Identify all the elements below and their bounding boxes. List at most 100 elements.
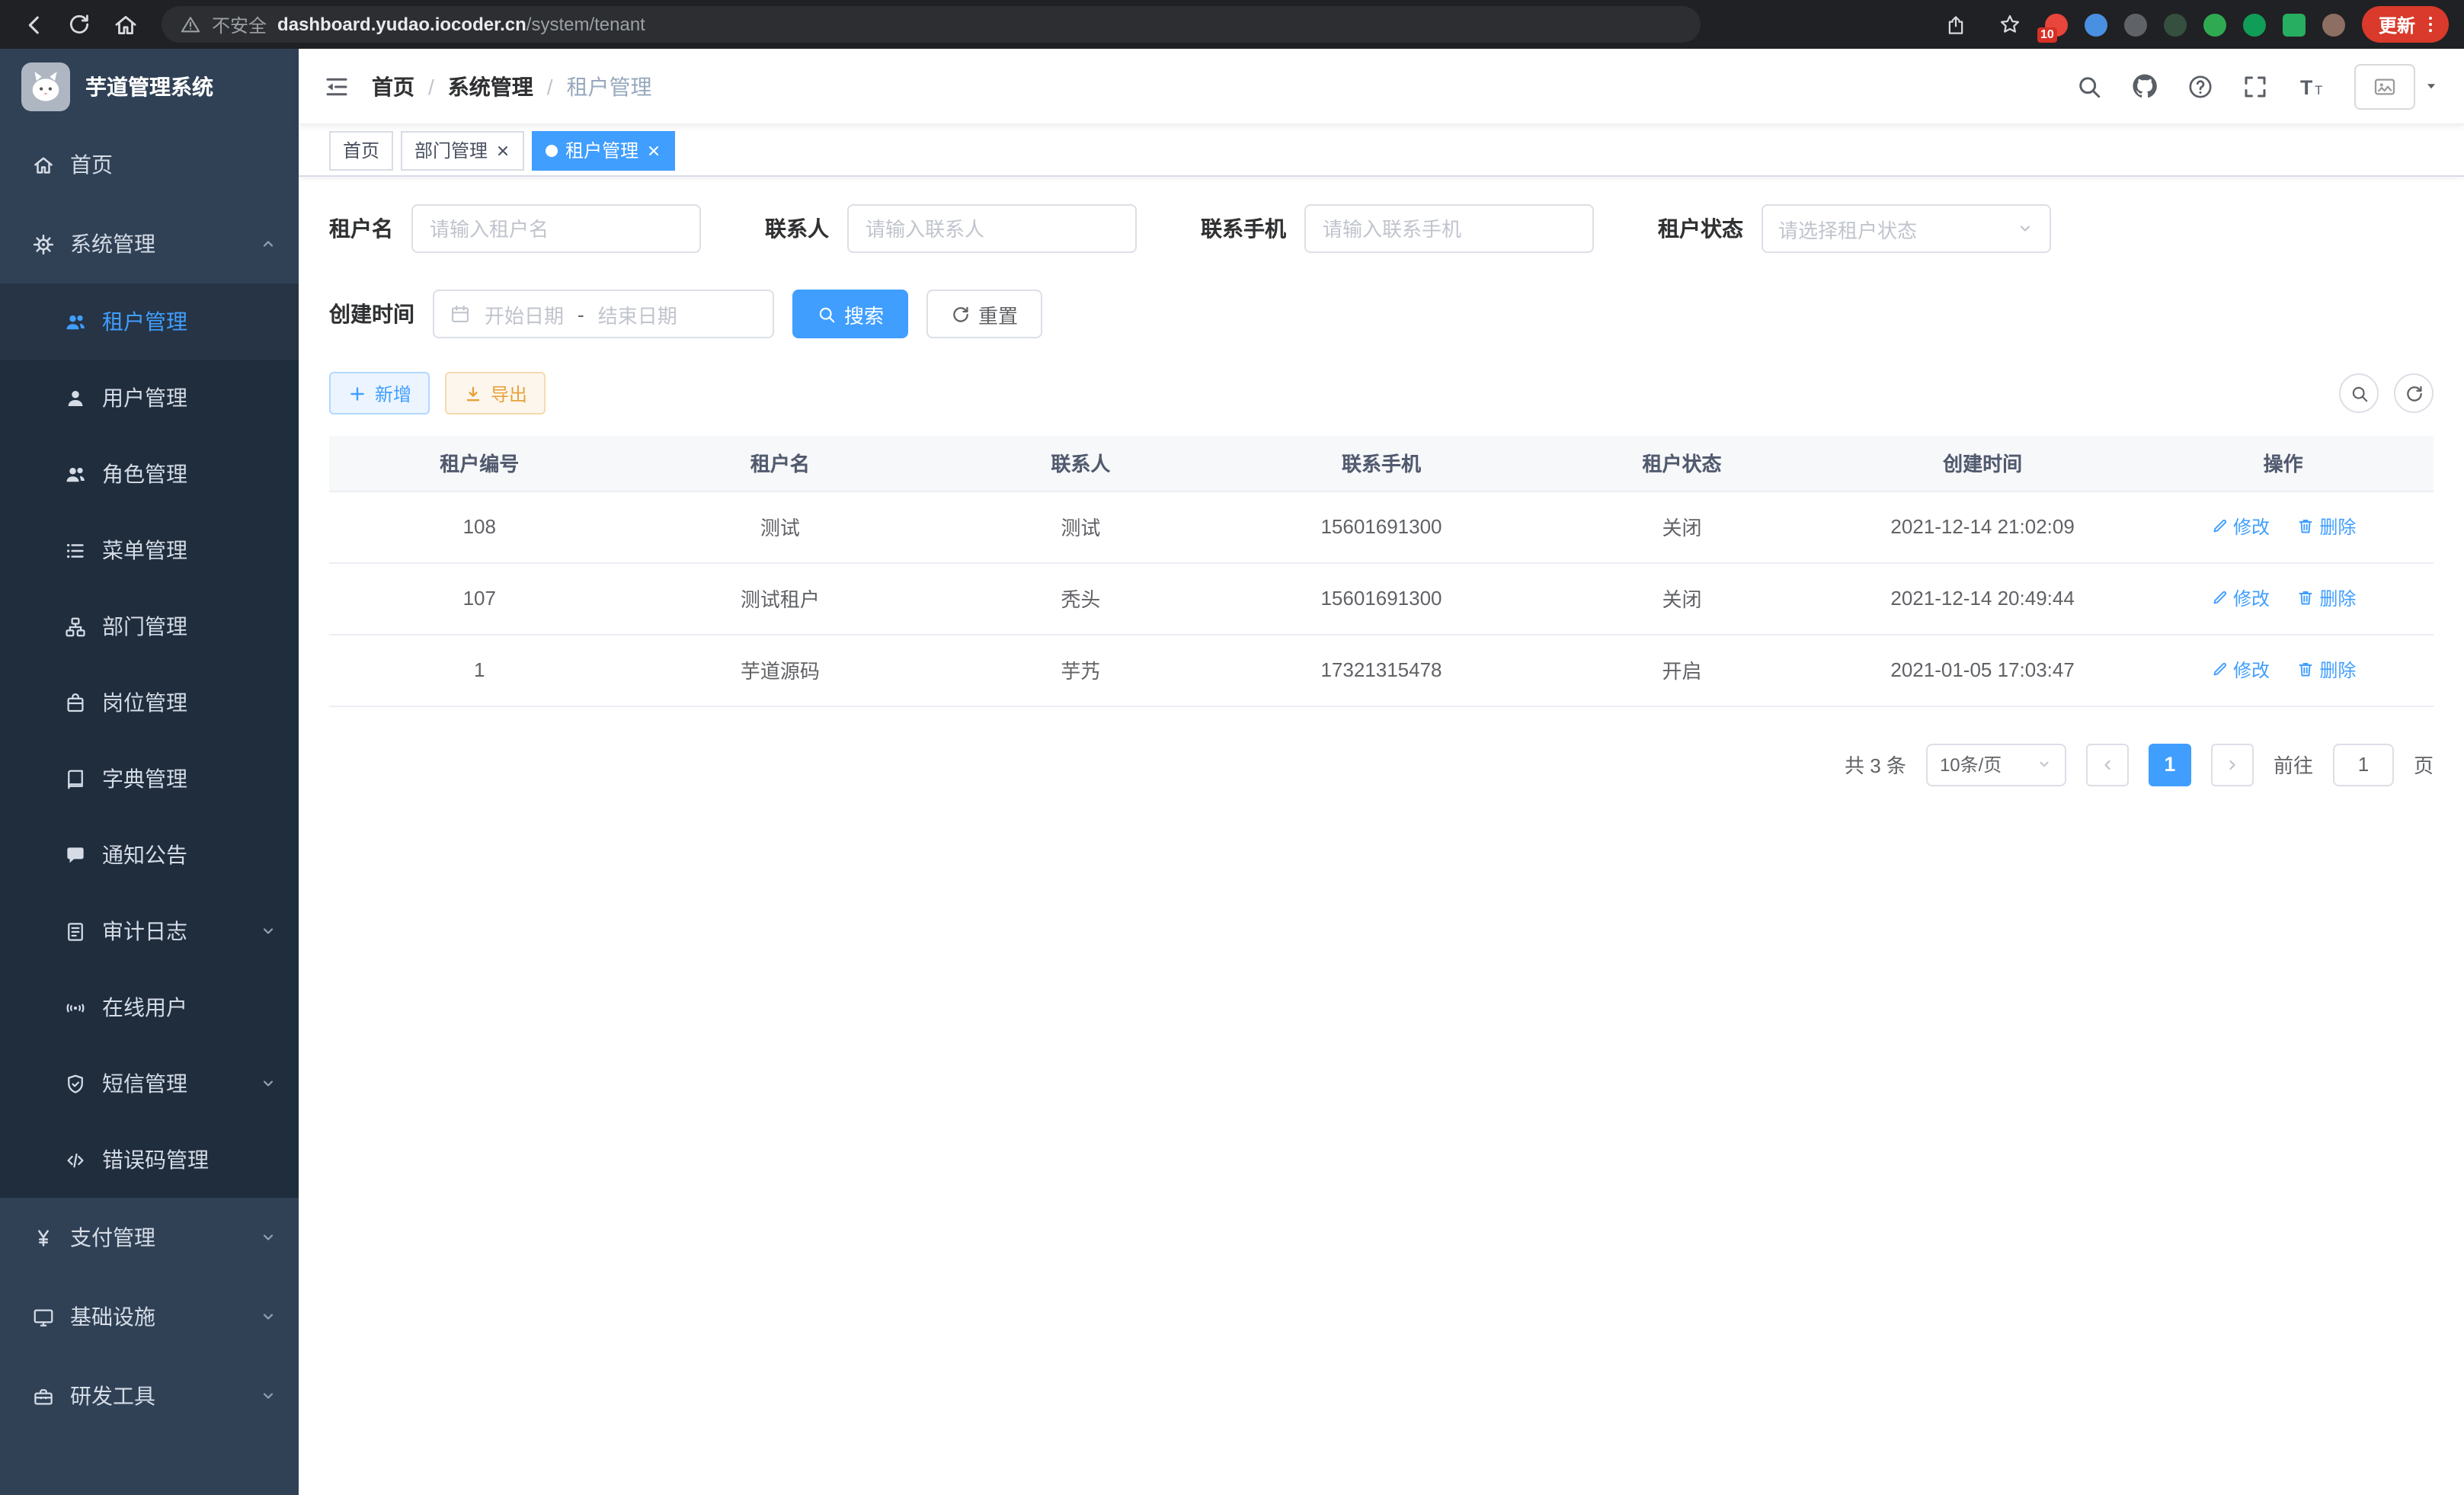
user-avatar-menu[interactable] [2354,63,2440,109]
fullscreen-icon[interactable] [2242,72,2269,100]
cell-actions: 修改 删除 [2133,562,2434,634]
breadcrumb: 首页 / 系统管理 / 租户管理 [372,71,652,101]
breadcrumb-system[interactable]: 系统管理 [448,71,533,101]
filter-tenant-name: 租户名 [329,204,701,253]
mobile-label: 联系手机 [1201,213,1286,244]
chevron-down-icon [259,1074,277,1093]
gear-icon [32,232,55,255]
edit-link[interactable]: 修改 [2210,585,2270,611]
delete-link[interactable]: 删除 [2296,657,2356,683]
update-label: 更新 [2379,11,2415,37]
delete-link[interactable]: 删除 [2296,514,2356,539]
create-time-range-picker[interactable]: 开始日期 - 结束日期 [433,290,774,338]
tab-home[interactable]: 首页 [329,130,393,170]
sidebar-item-label: 在线用户 [102,992,187,1023]
sidebar-item-payment-management[interactable]: 支付管理 [0,1198,299,1277]
browser-home-button[interactable] [107,6,143,43]
cell-actions: 修改 删除 [2133,491,2434,562]
briefcase-icon [64,691,87,714]
sidebar-item-department-management[interactable]: 部门管理 [0,588,299,664]
extension-icon[interactable] [2243,13,2266,36]
goto-page-input[interactable] [2333,743,2394,786]
close-icon[interactable] [646,142,661,158]
sidebar-item-system-management[interactable]: 系统管理 [0,204,299,283]
reset-button[interactable]: 重置 [926,290,1042,338]
sidebar-item-post-management[interactable]: 岗位管理 [0,664,299,741]
sidebar-item-error-code-management[interactable]: 错误码管理 [0,1122,299,1198]
col-mobile: 联系手机 [1231,436,1532,491]
not-secure-label: 不安全 [212,11,267,37]
sidebar-item-tenant-management[interactable]: 租户管理 [0,283,299,360]
github-icon[interactable] [2130,72,2159,101]
tenant-name-input[interactable] [411,204,701,253]
cell-id: 107 [329,562,630,634]
search-icon[interactable] [2075,72,2103,100]
extension-icon[interactable] [2164,13,2187,36]
font-size-icon[interactable] [2296,71,2327,101]
prev-page-button[interactable] [2086,743,2129,786]
sidebar-item-sms-management[interactable]: 短信管理 [0,1045,299,1122]
contact-input[interactable] [847,204,1137,253]
browser-back-button[interactable] [15,6,52,43]
edit-link[interactable]: 修改 [2210,514,2270,539]
add-button[interactable]: 新增 [329,372,430,415]
sidebar-item-dict-management[interactable]: 字典管理 [0,741,299,817]
extension-icon[interactable]: 10 [2045,13,2068,36]
sidebar-item-menu-management[interactable]: 菜单管理 [0,512,299,588]
browser-reload-button[interactable] [61,6,98,43]
extension-icon[interactable] [2283,13,2306,36]
create-time-label: 创建时间 [329,299,414,329]
refresh-table-button[interactable] [2394,373,2434,413]
sidebar-item-label: 研发工具 [70,1381,155,1411]
sidebar-item-label: 菜单管理 [102,535,187,565]
toggle-search-button[interactable] [2339,373,2379,413]
extension-icon[interactable] [2124,13,2147,36]
search-button-label: 搜索 [844,299,884,328]
close-icon[interactable] [495,142,510,158]
chevron-left-icon [2098,755,2117,773]
code-icon [64,1148,87,1171]
share-icon[interactable] [1938,6,1975,43]
search-button[interactable]: 搜索 [792,290,908,338]
extension-icon[interactable] [2085,13,2107,36]
bookmark-star-icon[interactable] [1992,6,2028,43]
sidebar-item-online-users[interactable]: 在线用户 [0,969,299,1045]
sidebar-item-infrastructure[interactable]: 基础设施 [0,1277,299,1356]
page-number-button[interactable]: 1 [2149,743,2191,786]
help-icon[interactable] [2187,72,2214,100]
browser-update-button[interactable]: 更新 [2362,6,2449,43]
sidebar-collapse-button[interactable] [323,72,350,100]
sidebar-item-user-management[interactable]: 用户管理 [0,360,299,436]
tab-department-management[interactable]: 部门管理 [401,130,524,170]
breadcrumb-home[interactable]: 首页 [372,71,414,101]
sidebar-item-role-management[interactable]: 角色管理 [0,436,299,512]
tab-label: 租户管理 [565,137,638,163]
sidebar-item-home[interactable]: 首页 [0,125,299,204]
tab-tenant-management[interactable]: 租户管理 [532,130,675,170]
delete-link[interactable]: 删除 [2296,585,2356,611]
active-tab-dot [546,144,558,156]
extension-icon[interactable] [2322,13,2345,36]
trash-icon [2296,661,2315,679]
filter-mobile: 联系手机 [1201,204,1594,253]
sidebar-item-audit-log[interactable]: 审计日志 [0,893,299,969]
filter-contact: 联系人 [765,204,1137,253]
sidebar-item-dev-tools[interactable]: 研发工具 [0,1356,299,1436]
contact-label: 联系人 [765,213,829,244]
export-button[interactable]: 导出 [445,372,546,415]
cell-created-at: 2021-12-14 20:49:44 [1832,562,2133,634]
edit-link[interactable]: 修改 [2210,657,2270,683]
page-content: 租户名 联系人 联系手机 租户状态 请选择租户状态 [299,177,2464,1495]
page-size-select[interactable]: 10条/页 [1926,743,2066,786]
date-range-separator: - [578,303,584,325]
next-page-button[interactable] [2211,743,2254,786]
cell-contact: 测试 [930,491,1231,562]
sidebar-item-notice[interactable]: 通知公告 [0,817,299,893]
tenant-status-select[interactable]: 请选择租户状态 [1762,204,2051,253]
mobile-input[interactable] [1304,204,1594,253]
status-placeholder: 请选择租户状态 [1778,214,1917,243]
extension-icon[interactable] [2203,13,2226,36]
app-logo[interactable]: 芋道管理系统 [0,49,299,125]
sidebar-item-label: 审计日志 [102,916,187,946]
address-bar[interactable]: 不安全 dashboard.yudao.iocoder.cn/system/te… [162,6,1701,43]
